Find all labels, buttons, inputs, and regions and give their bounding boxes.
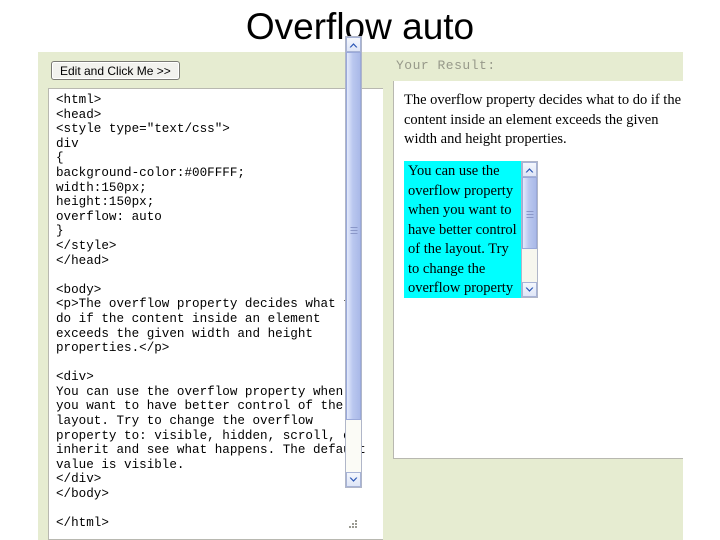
chevron-down-icon[interactable]: [522, 282, 537, 297]
overflow-auto-div-text: You can use the overflow property when y…: [408, 163, 517, 296]
scrollbar-grip-icon: [526, 211, 533, 220]
overflow-auto-div[interactable]: You can use the overflow property when y…: [404, 161, 538, 298]
result-footer-spacer: [383, 459, 683, 540]
result-header: Your Result:: [383, 52, 683, 81]
result-column: Your Result: The overflow property decid…: [383, 52, 683, 540]
result-label: Your Result:: [396, 58, 496, 73]
editor-column: Edit and Click Me >> <html> <head> <styl…: [38, 52, 383, 540]
editor-resize-grip[interactable]: [349, 520, 359, 530]
code-textarea-content[interactable]: <html> <head> <style type="text/css"> di…: [56, 93, 366, 531]
editor-vertical-scrollbar[interactable]: [345, 36, 362, 488]
overflow-div-vertical-scrollbar[interactable]: [521, 161, 538, 298]
overflow-scrollbar-thumb[interactable]: [522, 177, 537, 249]
chevron-down-icon[interactable]: [346, 472, 361, 487]
scrollbar-grip-icon: [350, 227, 357, 236]
editor-scrollbar-thumb[interactable]: [346, 52, 361, 420]
code-textarea[interactable]: <html> <head> <style type="text/css"> di…: [48, 88, 383, 540]
chevron-up-icon[interactable]: [346, 37, 361, 52]
chevron-up-icon[interactable]: [522, 162, 537, 177]
result-paragraph: The overflow property decides what to do…: [404, 92, 682, 147]
result-iframe: The overflow property decides what to do…: [393, 81, 683, 459]
edit-and-click-me-button[interactable]: Edit and Click Me >>: [51, 61, 180, 80]
